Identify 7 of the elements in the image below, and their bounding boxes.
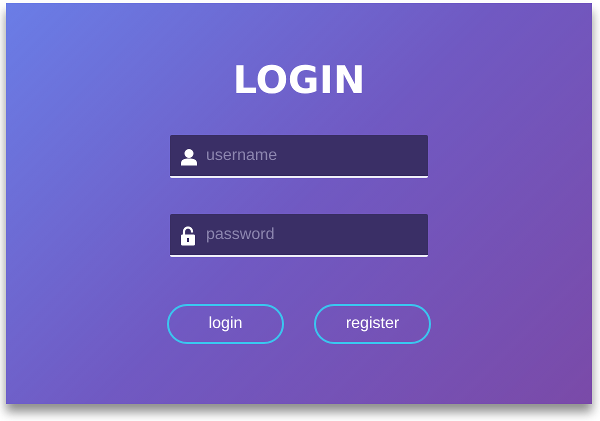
username-field[interactable]: username bbox=[170, 135, 428, 178]
register-button[interactable]: register bbox=[314, 304, 431, 344]
login-title: LOGIN bbox=[232, 57, 366, 104]
password-field[interactable]: password bbox=[170, 214, 428, 257]
user-icon bbox=[181, 148, 197, 165]
unlocked-padlock-icon bbox=[181, 226, 195, 245]
login-button[interactable]: login bbox=[167, 304, 284, 344]
